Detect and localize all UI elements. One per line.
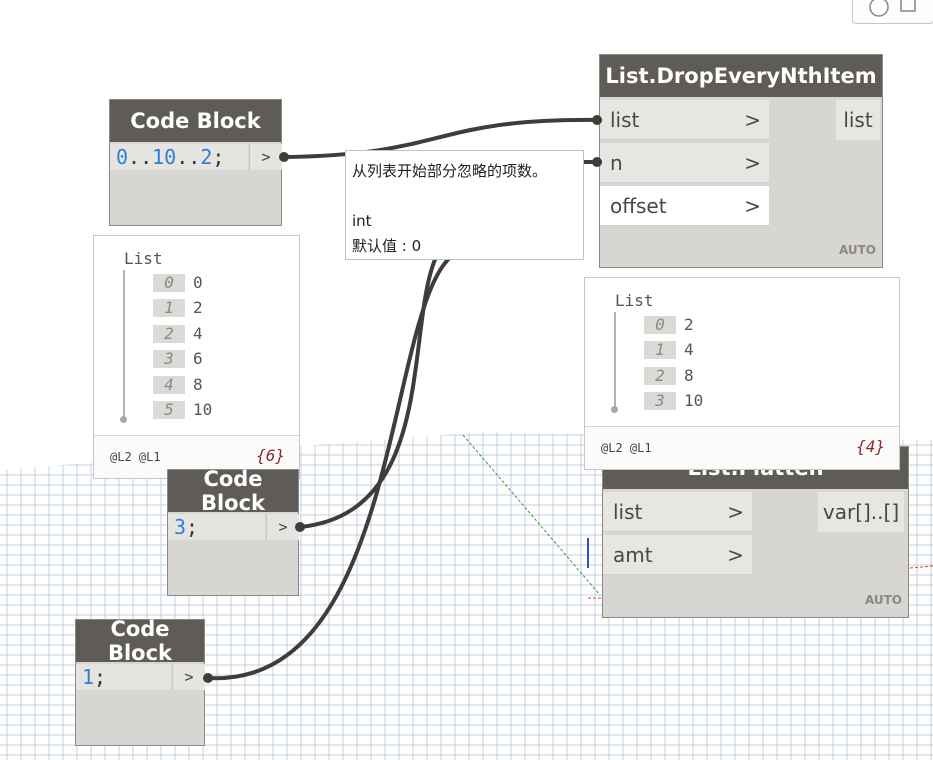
list-item: 14 xyxy=(644,340,694,359)
tooltip-spacer xyxy=(352,184,577,209)
chevron-right-icon: > xyxy=(727,542,744,567)
node-title[interactable]: Code Block xyxy=(76,617,204,665)
code-input[interactable]: 1; xyxy=(76,664,171,690)
code-range-op: .. xyxy=(176,145,201,169)
tooltip-type: int xyxy=(352,212,372,230)
watch-preview-bubble: List 02 14 28 3 10 @L2 @L1 {4} xyxy=(584,277,900,470)
view-toggle-icon[interactable] xyxy=(852,0,933,24)
code-number: 1 xyxy=(82,665,95,689)
list-flatten-node[interactable]: List.Flatten list> amt> var[]..[] AUTO xyxy=(603,447,908,617)
chevron-right-icon: > xyxy=(727,499,744,524)
item-count: {6} xyxy=(256,446,285,465)
code-number: 3 xyxy=(174,515,187,539)
list-levels[interactable]: @L2 @L1 xyxy=(110,450,161,464)
list-item: 48 xyxy=(153,375,203,394)
list-item: 3 10 xyxy=(644,391,703,410)
lacing-indicator[interactable]: AUTO xyxy=(839,243,876,257)
output-port[interactable]: var[]..[] xyxy=(818,492,904,532)
output-port[interactable]: list xyxy=(836,100,880,140)
lacing-indicator[interactable]: AUTO xyxy=(865,593,902,607)
code-terminator: ; xyxy=(94,665,107,689)
tooltip-description: 从列表开始部分忽略的项数。 xyxy=(352,162,548,180)
code-input[interactable]: 0..10..2; xyxy=(110,144,248,170)
list-item: 12 xyxy=(153,298,203,317)
chevron-right-icon: > xyxy=(744,150,761,175)
output-port[interactable]: > xyxy=(249,144,282,170)
node-title[interactable]: List.DropEveryNthItem xyxy=(600,55,882,97)
code-number: 0 xyxy=(116,145,129,169)
list-item: 24 xyxy=(153,324,203,343)
node-title[interactable]: Code Block xyxy=(110,100,281,142)
code-terminator: ; xyxy=(212,145,225,169)
list-item: 36 xyxy=(153,349,203,368)
chevron-right-icon: > xyxy=(744,193,761,218)
tooltip-default: 默认值 : 0 xyxy=(352,237,422,255)
output-port[interactable]: > xyxy=(172,664,205,690)
code-block-node-range[interactable]: Code Block 0..10..2; > xyxy=(110,100,282,225)
code-number: 10 xyxy=(152,145,177,169)
preview-list-title: List xyxy=(124,249,163,268)
input-port-offset[interactable]: offset > xyxy=(600,186,769,226)
list-levels[interactable]: @L2 @L1 xyxy=(601,441,652,455)
code-block-node-n[interactable]: Code Block 3; > xyxy=(168,467,299,595)
chevron-right-icon: > xyxy=(744,107,761,132)
output-port[interactable]: > xyxy=(266,514,299,540)
watch-preview-bubble: List 00 12 24 36 48 5 10 @L2 @L1 {6} xyxy=(93,235,300,479)
input-port-amt[interactable]: amt > xyxy=(603,535,752,575)
input-port-n[interactable]: n > xyxy=(600,143,769,183)
list-item: 28 xyxy=(644,366,694,385)
list-item: 02 xyxy=(644,315,694,334)
code-input[interactable]: 3; xyxy=(168,514,265,540)
input-port-list[interactable]: list > xyxy=(603,492,752,532)
list-item: 00 xyxy=(153,273,203,292)
code-range-op: .. xyxy=(128,145,153,169)
code-block-node-amt[interactable]: Code Block 1; > xyxy=(76,617,205,745)
input-port-list[interactable]: list > xyxy=(600,100,769,140)
item-count: {4} xyxy=(856,437,885,456)
port-tooltip: 从列表开始部分忽略的项数。 int 默认值 : 0 xyxy=(345,150,584,260)
node-title[interactable]: Code Block xyxy=(168,467,298,515)
preview-footer: @L2 @L1 {4} xyxy=(585,426,899,469)
code-number: 2 xyxy=(200,145,213,169)
preview-list-title: List xyxy=(615,291,654,310)
list-drop-every-nth-item-node[interactable]: List.DropEveryNthItem list > n > offset > l… xyxy=(600,55,882,267)
code-terminator: ; xyxy=(186,515,199,539)
list-item: 5 10 xyxy=(153,400,212,419)
